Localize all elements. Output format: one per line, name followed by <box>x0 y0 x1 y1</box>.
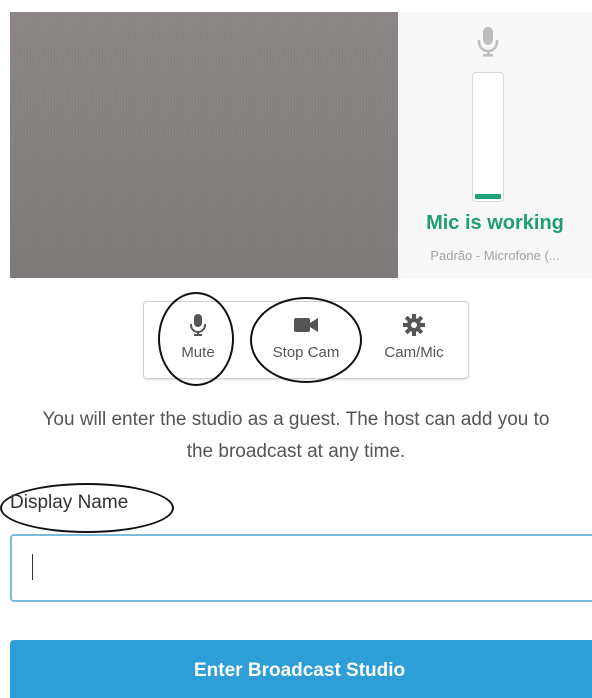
microphone-icon <box>190 314 206 336</box>
stop-cam-label: Stop Cam <box>272 344 340 361</box>
cam-mic-label: Cam/Mic <box>384 344 444 361</box>
media-controls: Mute Stop Cam Cam/Mic <box>143 301 469 379</box>
display-name-label: Display Name <box>10 492 129 513</box>
mic-device-name: Padrão - Microfone (... <box>430 248 560 263</box>
mic-level-fill <box>475 193 501 199</box>
stop-cam-button[interactable]: Stop Cam <box>252 302 360 378</box>
gear-icon <box>403 314 425 336</box>
text-caret <box>32 554 33 580</box>
display-name-input[interactable] <box>10 534 592 602</box>
cam-mic-settings-button[interactable]: Cam/Mic <box>360 302 468 378</box>
guest-info-text: You will enter the studio as a guest. Th… <box>0 404 592 468</box>
mic-status-text: Mic is working <box>426 212 564 234</box>
preview-panel: Mic is working Padrão - Microfone (... <box>10 12 592 278</box>
microphone-icon <box>476 26 500 58</box>
mute-button[interactable]: Mute <box>144 302 252 378</box>
guest-info-line-1: You will enter the studio as a guest. Th… <box>42 409 550 430</box>
camera-preview <box>10 12 398 278</box>
video-camera-icon <box>293 314 319 336</box>
enter-broadcast-studio-button[interactable]: Enter Broadcast Studio <box>10 640 592 698</box>
guest-info-line-2: the broadcast at any time. <box>186 441 406 462</box>
guest-join-screen: Mic is working Padrão - Microfone (... M… <box>0 0 592 698</box>
mic-check-panel: Mic is working Padrão - Microfone (... <box>398 12 592 278</box>
mic-level-meter <box>472 72 504 202</box>
mute-label: Mute <box>181 344 215 361</box>
